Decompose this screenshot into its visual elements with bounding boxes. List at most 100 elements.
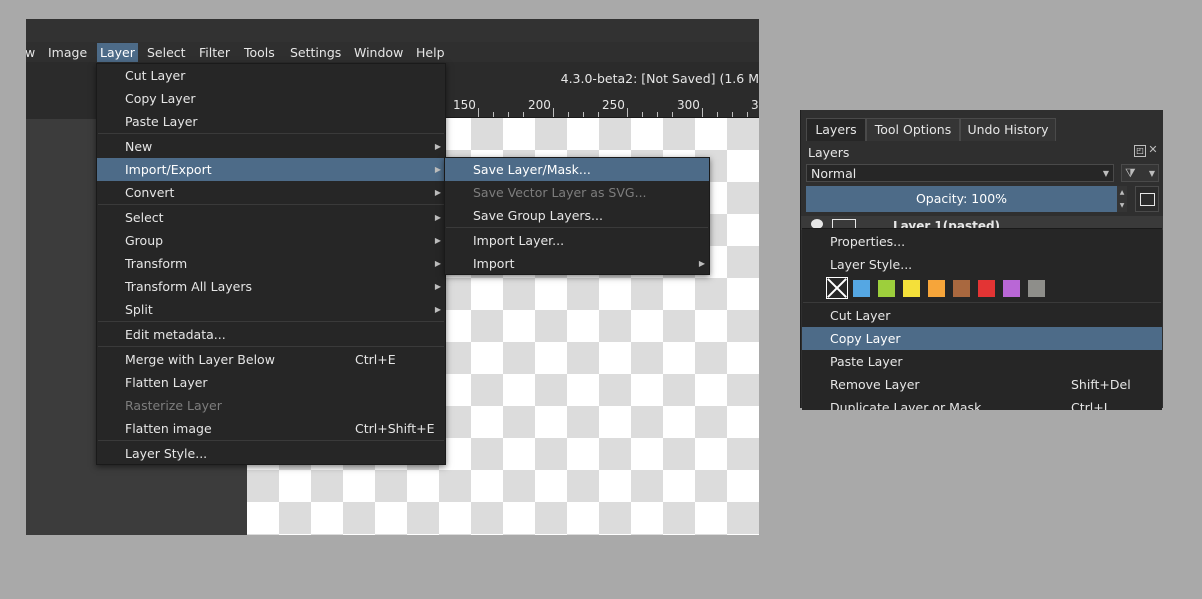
ctx-duplicate-layer[interactable]: Duplicate Layer or Mask Ctrl+J — [802, 396, 1162, 410]
color-label-orange[interactable] — [928, 280, 945, 297]
menu-filter[interactable]: Filter — [196, 43, 233, 62]
ruler-tick — [568, 112, 569, 117]
menu-select[interactable]: Select — [144, 43, 189, 62]
layer-filter-button[interactable]: ⧩ ▼ — [1121, 164, 1159, 182]
ruler-tick — [523, 112, 524, 117]
ctx-properties[interactable]: Properties... — [802, 230, 1162, 253]
tab-undo-history[interactable]: Undo History — [960, 118, 1056, 141]
submenu-import[interactable]: Import ▶ — [445, 252, 709, 275]
layer-menu-edit-metadata[interactable]: Edit metadata... — [97, 323, 445, 346]
menu-help[interactable]: Help — [413, 43, 448, 62]
chevron-down-icon: ▼ — [1102, 169, 1109, 178]
ruler-tick — [508, 112, 509, 117]
ruler-label: 150 — [453, 98, 476, 112]
menu-separator — [98, 321, 444, 322]
layer-menu-flatten-image[interactable]: Flatten image Ctrl+Shift+E — [97, 417, 445, 440]
menu-window[interactable]: Window — [351, 43, 406, 62]
color-label-gray[interactable] — [1028, 280, 1045, 297]
layer-menu-new[interactable]: New ▶ — [97, 135, 445, 158]
ruler-tick — [583, 112, 584, 117]
layer-menu-select[interactable]: Select ▶ — [97, 206, 445, 229]
opacity-slider[interactable]: Opacity: 100% — [806, 186, 1117, 212]
ruler-label: 200 — [528, 98, 551, 112]
ruler-tick — [717, 112, 718, 117]
color-label-brown[interactable] — [953, 280, 970, 297]
layer-menu-group[interactable]: Group ▶ — [97, 229, 445, 252]
ruler-label: 300 — [677, 98, 700, 112]
layer-menu-paste-layer[interactable]: Paste Layer — [97, 110, 445, 133]
layer-menu: Cut Layer Copy Layer Paste Layer New ▶ Im… — [96, 63, 446, 465]
submenu-import-layer[interactable]: Import Layer... — [445, 229, 709, 252]
tab-tool-options[interactable]: Tool Options — [866, 118, 960, 141]
layer-context-menu: Properties... Layer Style... Cut Layer C… — [802, 228, 1162, 410]
tab-layers[interactable]: Layers — [806, 118, 866, 141]
ctx-paste-layer[interactable]: Paste Layer — [802, 350, 1162, 373]
menu-image[interactable]: Image — [45, 43, 90, 62]
layer-menu-convert[interactable]: Convert ▶ — [97, 181, 445, 204]
layer-menu-transform-all-layers[interactable]: Transform All Layers ▶ — [97, 275, 445, 298]
close-docker-icon[interactable]: ✕ — [1148, 144, 1158, 155]
ruler-tick — [493, 112, 494, 117]
filter-icon: ⧩ — [1125, 166, 1136, 180]
layer-menu-merge-with-layer-below[interactable]: Merge with Layer Below Ctrl+E — [97, 348, 445, 371]
menu-separator — [803, 302, 1161, 303]
opacity-spin-buttons[interactable]: ▲ ▼ — [1117, 186, 1127, 212]
menu-separator — [98, 133, 444, 134]
submenu-arrow-icon: ▶ — [434, 142, 441, 151]
submenu-arrow-icon: ▶ — [434, 165, 441, 174]
menu-layer[interactable]: Layer — [97, 43, 138, 62]
submenu-arrow-icon: ▶ — [434, 282, 441, 291]
layer-menu-layer-style[interactable]: Layer Style... — [97, 442, 445, 465]
ctx-remove-layer[interactable]: Remove Layer Shift+Del — [802, 373, 1162, 396]
ruler-label: 250 — [602, 98, 625, 112]
menu-view[interactable]: w — [26, 43, 38, 62]
docker-title: Layers — [808, 145, 850, 160]
submenu-arrow-icon: ▶ — [434, 236, 441, 245]
layer-menu-split[interactable]: Split ▶ — [97, 298, 445, 321]
ruler-label: 3 — [751, 98, 759, 112]
layer-menu-cut-layer[interactable]: Cut Layer — [97, 64, 445, 87]
float-docker-icon[interactable]: ◰ — [1134, 145, 1146, 157]
submenu-arrow-icon: ▶ — [698, 259, 705, 268]
submenu-save-group-layers[interactable]: Save Group Layers... — [445, 204, 709, 227]
color-label-none[interactable] — [826, 277, 848, 299]
color-label-red[interactable] — [978, 280, 995, 297]
document-status: 4.3.0-beta2: [Not Saved] (1.6 M — [560, 71, 759, 86]
blend-mode-value: Normal — [811, 166, 857, 181]
layer-properties-button[interactable] — [1135, 186, 1159, 212]
ruler-tick — [672, 112, 673, 117]
color-label-purple[interactable] — [1003, 280, 1020, 297]
submenu-arrow-icon: ▶ — [434, 188, 441, 197]
menu-settings[interactable]: Settings — [287, 43, 344, 62]
ctx-cut-layer[interactable]: Cut Layer — [802, 304, 1162, 327]
menu-separator — [98, 204, 444, 205]
menu-tools[interactable]: Tools — [241, 43, 278, 62]
layer-menu-copy-layer[interactable]: Copy Layer — [97, 87, 445, 110]
submenu-save-layer-mask[interactable]: Save Layer/Mask... — [445, 158, 709, 181]
ruler-tick — [642, 112, 643, 117]
ruler-tick — [553, 108, 554, 117]
layer-menu-transform[interactable]: Transform ▶ — [97, 252, 445, 275]
ctx-layer-style[interactable]: Layer Style... — [802, 253, 1162, 276]
layer-menu-import-export[interactable]: Import/Export ▶ — [97, 158, 445, 181]
shortcut-label: Ctrl+J — [1071, 400, 1108, 410]
title-bar — [26, 19, 759, 42]
submenu-arrow-icon: ▶ — [434, 305, 441, 314]
blend-mode-select[interactable]: Normal ▼ — [806, 164, 1114, 182]
properties-icon — [1140, 193, 1155, 206]
ruler-tick — [747, 112, 748, 117]
color-label-blue[interactable] — [853, 280, 870, 297]
ruler-tick — [657, 112, 658, 117]
ruler-tick — [598, 112, 599, 117]
menu-separator — [446, 227, 708, 228]
color-label-yellow[interactable] — [903, 280, 920, 297]
layer-menu-flatten-layer[interactable]: Flatten Layer — [97, 371, 445, 394]
ruler-tick — [702, 108, 703, 117]
submenu-arrow-icon: ▶ — [434, 259, 441, 268]
ruler-tick — [478, 108, 479, 117]
menu-separator — [98, 346, 444, 347]
submenu-arrow-icon: ▶ — [434, 213, 441, 222]
color-label-green[interactable] — [878, 280, 895, 297]
shortcut-label: Shift+Del — [1071, 377, 1131, 392]
ctx-copy-layer[interactable]: Copy Layer — [802, 327, 1162, 350]
